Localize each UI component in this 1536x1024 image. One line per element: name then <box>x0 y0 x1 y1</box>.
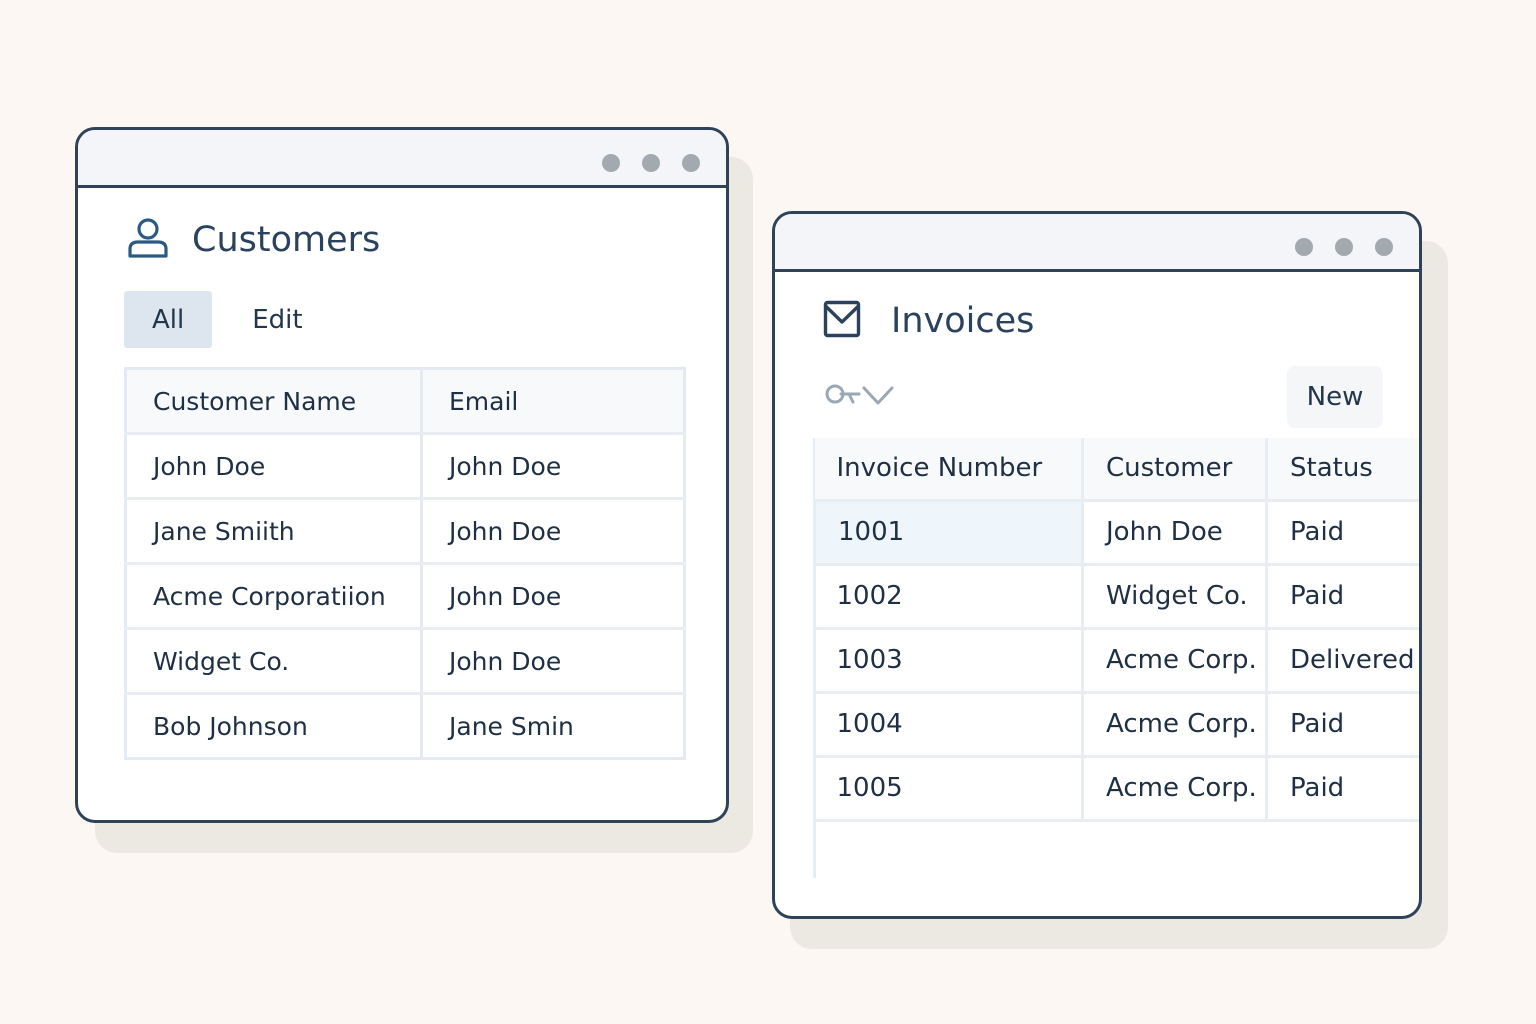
cell-status: Paid <box>1266 692 1419 758</box>
cell-customer-name: Widget Co. <box>125 628 423 695</box>
window-control-dot[interactable] <box>642 154 660 172</box>
invoices-table: Invoice Number Customer Status 1001 John… <box>813 438 1419 822</box>
customers-tabs: All Edit <box>124 291 331 348</box>
column-header-customer[interactable]: Customer <box>1082 438 1268 502</box>
cell-status: Delivered <box>1266 628 1419 694</box>
invoices-heading: Invoices <box>823 300 1034 342</box>
chevron-down-icon[interactable] <box>861 384 895 412</box>
cell-invoice-number: 1005 <box>814 756 1084 822</box>
table-row[interactable]: Bob Johnson Jane Smin <box>125 693 685 759</box>
search-filter-icon[interactable] <box>825 382 861 414</box>
window-control-dot[interactable] <box>1335 238 1353 256</box>
cell-status: Paid <box>1266 564 1419 630</box>
column-header-email[interactable]: Email <box>421 368 685 435</box>
window-controls <box>1295 238 1393 256</box>
cell-status: Paid <box>1266 500 1419 566</box>
page-title: Customers <box>192 220 381 260</box>
table-row[interactable]: John Doe John Doe <box>125 433 685 500</box>
table-row[interactable]: 1002 Widget Co. Paid <box>814 564 1419 630</box>
cell-email: Jane Smin <box>449 711 574 741</box>
tab-edit[interactable]: Edit <box>212 291 330 348</box>
invoices-toolbar <box>825 382 895 414</box>
table-row[interactable]: Widget Co. John Doe <box>125 628 685 695</box>
column-header-customer-name[interactable]: Customer Name <box>125 368 423 435</box>
table-header-row: Customer Name Email <box>125 368 685 435</box>
cell-customer: Acme Corp. <box>1082 692 1268 758</box>
table-row[interactable]: 1004 Acme Corp. Paid <box>814 692 1419 758</box>
window-controls <box>602 154 700 172</box>
table-row[interactable]: 1003 Acme Corp. Delivered <box>814 628 1419 694</box>
cell-customer-name: Jane Smiith <box>125 498 423 565</box>
window-control-dot[interactable] <box>682 154 700 172</box>
cell-customer: Acme Corp. <box>1082 628 1268 694</box>
column-header-invoice-number[interactable]: Invoice Number <box>814 438 1084 502</box>
new-invoice-button[interactable]: New <box>1287 366 1383 428</box>
cell-customer-name: Bob Johnson <box>125 693 423 759</box>
cell-customer-name: John Doe <box>125 433 423 500</box>
user-icon <box>126 216 170 264</box>
customers-heading: Customers <box>126 216 380 264</box>
cell-status: Paid <box>1266 756 1419 822</box>
cell-customer-name: Acme Corporatiion <box>125 563 423 630</box>
tab-all[interactable]: All <box>124 291 213 348</box>
cell-customer: John Doe <box>1082 500 1268 566</box>
table-row[interactable]: 1001 John Doe Paid <box>813 500 1419 566</box>
invoices-titlebar <box>775 214 1419 272</box>
customers-titlebar <box>78 130 726 188</box>
customers-table: Customer Name Email John Doe John Doe Ja… <box>124 367 686 760</box>
table-row[interactable]: Jane Smiith John Doe <box>125 498 685 565</box>
customers-window: Customers All Edit Customer Name Email J… <box>75 127 729 823</box>
checkbox-icon <box>823 300 861 342</box>
column-header-status[interactable]: Status <box>1266 438 1419 502</box>
cell-customer: Widget Co. <box>1082 564 1268 630</box>
window-control-dot[interactable] <box>1295 238 1313 256</box>
window-control-dot[interactable] <box>1375 238 1393 256</box>
window-control-dot[interactable] <box>602 154 620 172</box>
cell-customer: Acme Corp. <box>1082 756 1268 822</box>
table-row[interactable]: 1005 Acme Corp. Paid <box>814 756 1419 822</box>
cell-invoice-number: 1002 <box>814 564 1084 630</box>
cell-email: John Doe <box>421 563 685 630</box>
table-row[interactable]: Acme Corporatiion John Doe <box>125 563 685 630</box>
invoices-window: Invoices New Invoice Number Customer Sta… <box>772 211 1422 919</box>
page-title: Invoices <box>891 301 1035 341</box>
cell-invoice-number: 1004 <box>814 692 1084 758</box>
cell-email: John Doe <box>421 433 685 500</box>
cell-invoice-number: 1001 <box>813 500 1084 566</box>
cell-invoice-number: 1003 <box>814 628 1084 694</box>
cell-email: John Doe <box>421 628 685 695</box>
table-header-row: Invoice Number Customer Status <box>814 438 1419 502</box>
cell-email: John Doe <box>421 498 685 565</box>
